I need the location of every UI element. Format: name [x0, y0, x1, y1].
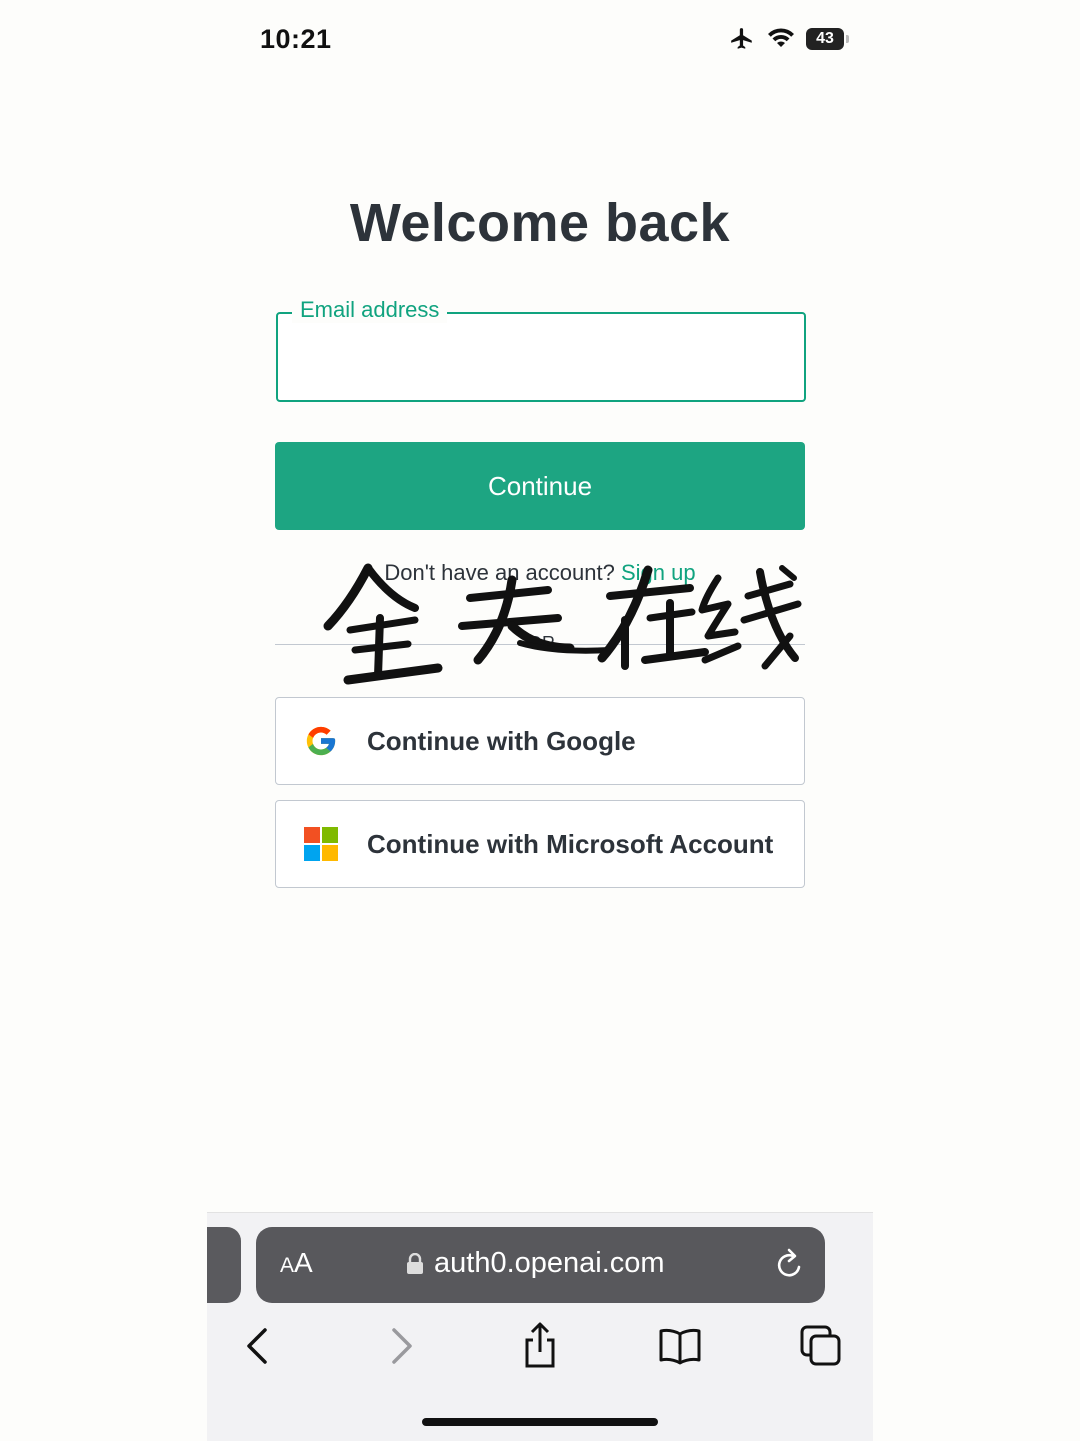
forward-icon[interactable]: [378, 1320, 426, 1372]
microsoft-logo-icon: [304, 827, 338, 861]
back-icon[interactable]: [233, 1320, 281, 1372]
tabs-icon[interactable]: [797, 1320, 845, 1372]
google-logo-icon: [306, 726, 336, 756]
status-time: 10:21: [260, 24, 332, 54]
status-bar: 10:21 43: [0, 0, 1080, 84]
continue-with-google-button[interactable]: Continue with Google: [275, 697, 805, 785]
signup-link[interactable]: Sign up: [621, 560, 696, 585]
lock-icon: [407, 1253, 423, 1274]
email-input[interactable]: [278, 314, 804, 400]
google-button-label: Continue with Google: [367, 725, 636, 756]
share-icon[interactable]: [516, 1320, 564, 1372]
battery-icon: 43: [806, 28, 849, 50]
microsoft-button-label: Continue with Microsoft Account: [367, 828, 774, 859]
bookmarks-icon[interactable]: [656, 1320, 704, 1372]
previous-tab-peek[interactable]: [207, 1227, 241, 1303]
address-bar[interactable]: AA auth0.openai.com: [256, 1227, 825, 1303]
signup-prompt: Don't have an account?: [384, 560, 615, 585]
page-title: Welcome back: [349, 193, 731, 253]
continue-with-microsoft-button[interactable]: Continue with Microsoft Account: [275, 800, 805, 888]
text-size-button[interactable]: AA: [280, 1247, 313, 1279]
signup-row: Don't have an account? Sign up: [0, 560, 1080, 586]
home-indicator: [422, 1418, 658, 1426]
status-icons: 43: [728, 26, 849, 52]
reload-icon[interactable]: [775, 1247, 805, 1281]
or-text: OR: [522, 633, 561, 654]
email-label: Email address: [292, 297, 448, 323]
continue-button[interactable]: Continue: [275, 442, 805, 530]
url-text: auth0.openai.com: [434, 1247, 665, 1279]
airplane-icon: [731, 28, 752, 49]
wifi-icon: [768, 28, 794, 47]
email-field[interactable]: [276, 312, 806, 402]
